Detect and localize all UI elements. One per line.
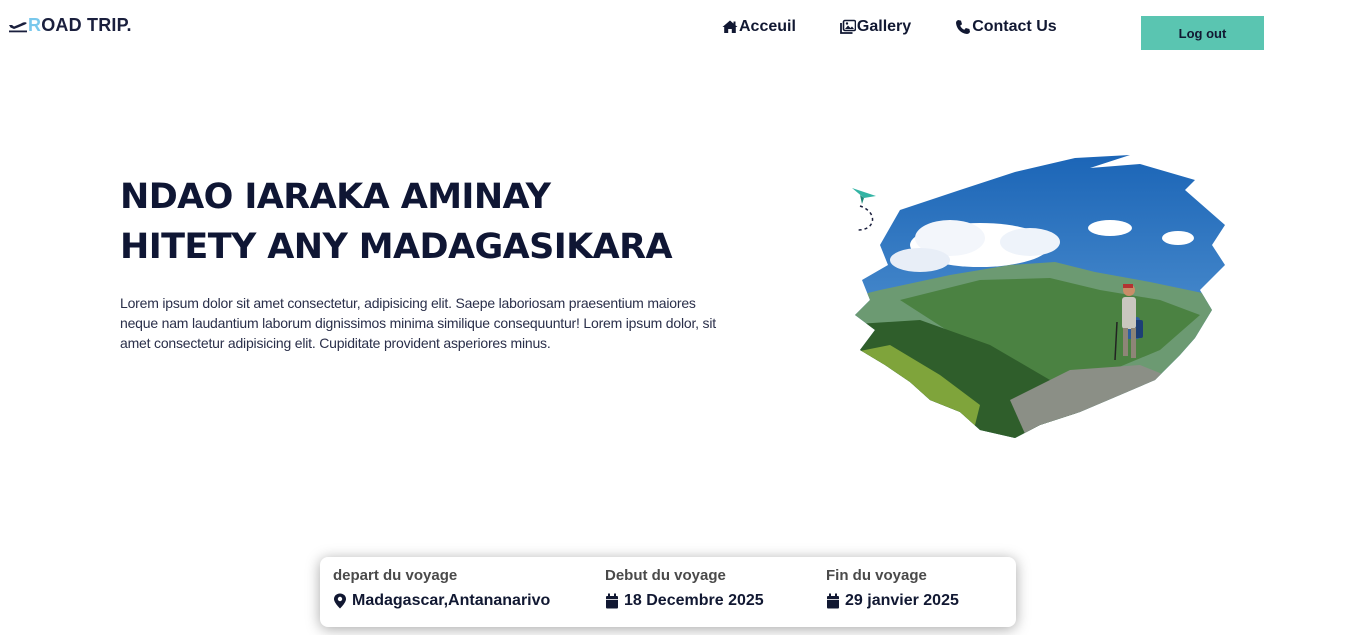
- hiker-mountain-image: [852, 155, 1225, 438]
- hero-title: NDAO IARAKA AMINAY HITETY ANY MADAGASIKA…: [120, 172, 673, 272]
- end-date-label: Fin du voyage: [826, 567, 927, 584]
- nav-contact-label: Contact Us: [972, 18, 1057, 35]
- logout-button[interactable]: Log out: [1141, 16, 1264, 50]
- site-logo[interactable]: R OAD TRIP.: [8, 15, 132, 36]
- nav-contact[interactable]: Contact Us: [955, 18, 1057, 36]
- trip-search-bar: depart du voyage Madagascar,Antananarivo…: [320, 557, 1016, 627]
- images-icon: [840, 19, 856, 34]
- end-date-value: 29 janvier 2025: [845, 592, 959, 609]
- trip-departure-field[interactable]: depart du voyage Madagascar,Antananarivo: [333, 567, 550, 610]
- start-date-label: Debut du voyage: [605, 567, 726, 584]
- start-date-value: 18 Decembre 2025: [624, 592, 764, 609]
- calendar-icon: [606, 593, 618, 609]
- logo-text: OAD TRIP.: [41, 15, 132, 35]
- trip-start-field[interactable]: Debut du voyage 18 Decembre 2025: [605, 567, 764, 610]
- nav-home[interactable]: Acceuil: [722, 18, 796, 36]
- home-icon: [722, 20, 738, 33]
- hero-title-line-1: NDAO IARAKA AMINAY: [120, 177, 551, 217]
- hero-description: Lorem ipsum dolor sit amet consectetur, …: [120, 295, 716, 351]
- nav-home-label: Acceuil: [739, 18, 796, 35]
- nav-gallery[interactable]: Gallery: [840, 18, 911, 36]
- hero-title-line-2: HITETY ANY MADAGASIKARA: [120, 227, 673, 267]
- map-marker-icon: [334, 593, 346, 609]
- trip-end-field[interactable]: Fin du voyage 29 janvier 2025: [826, 567, 959, 610]
- calendar-icon: [827, 593, 839, 609]
- nav-gallery-label: Gallery: [856, 18, 912, 35]
- departure-value: Madagascar,Antananarivo: [352, 592, 551, 609]
- plane-departure-icon: [9, 21, 27, 32]
- departure-label: depart du voyage: [333, 567, 458, 584]
- main-nav: Acceuil Gallery Contact Us: [722, 18, 1057, 36]
- phone-icon: [956, 20, 971, 34]
- logo-first-letter: R: [28, 15, 42, 35]
